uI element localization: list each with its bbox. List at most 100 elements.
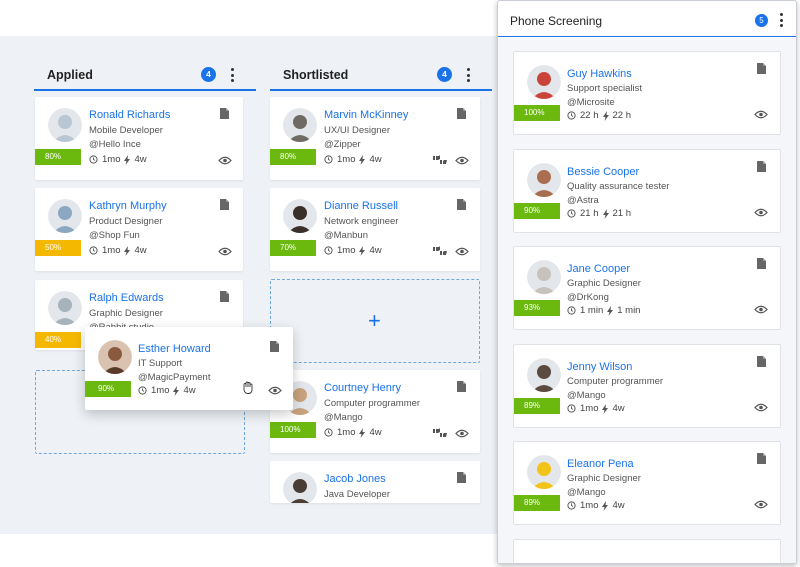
thumbs-up-down-icon[interactable]	[433, 428, 447, 438]
clock-icon	[89, 246, 98, 255]
candidate-card[interactable]: Jenny Wilson Computer programmer @Mango 1mo…	[513, 344, 781, 428]
document-icon[interactable]	[757, 453, 766, 464]
document-icon[interactable]	[757, 161, 766, 172]
candidate-meta: 1mo 4w	[89, 245, 147, 256]
candidate-name[interactable]: Courtney Henry	[324, 382, 401, 394]
candidate-name[interactable]: Jane Cooper	[567, 263, 630, 275]
clock-icon	[324, 246, 333, 255]
time-value: 1mo	[580, 500, 599, 511]
candidate-role: Java Developer	[324, 489, 391, 500]
clock-icon	[324, 155, 333, 164]
eye-icon[interactable]	[754, 110, 768, 119]
panel-menu-icon[interactable]	[778, 11, 784, 29]
eye-icon[interactable]	[754, 208, 768, 217]
match-percent-badge: 100%	[270, 422, 316, 438]
document-icon[interactable]	[457, 199, 466, 210]
candidate-name[interactable]: Guy Hawkins	[567, 68, 632, 80]
candidate-meta: 21 h 21 h	[567, 208, 631, 219]
document-icon[interactable]	[757, 258, 766, 269]
avatar	[527, 358, 561, 392]
candidate-card[interactable]	[513, 539, 781, 563]
candidate-role: IT Support	[138, 358, 183, 369]
time-value: 1mo	[337, 154, 356, 165]
candidate-name[interactable]: Bessie Cooper	[567, 166, 639, 178]
document-icon[interactable]	[220, 291, 229, 302]
panel-card-list: Guy Hawkins Support specialist @Microsite 2…	[498, 38, 796, 563]
eye-icon[interactable]	[455, 247, 469, 256]
time-value: 1mo	[151, 385, 170, 396]
document-icon[interactable]	[270, 341, 279, 352]
avatar	[527, 455, 561, 489]
candidate-meta: 1mo 4w	[89, 154, 147, 165]
match-percent-badge: 89%	[514, 398, 560, 414]
candidate-name[interactable]: Dianne Russell	[324, 200, 398, 212]
candidate-card[interactable]: Kathryn Murphy Product Designer @Shop Fun 1…	[35, 188, 243, 271]
eye-icon[interactable]	[455, 156, 469, 165]
candidate-company: @MagicPayment	[138, 372, 211, 383]
candidate-card[interactable]: Ronald Richards Mobile Developer @Hello In…	[35, 97, 243, 180]
match-percent-badge: 90%	[514, 203, 560, 219]
candidate-meta: 1 min 1 min	[567, 305, 640, 316]
duration-value: 1 min	[617, 305, 641, 316]
eye-icon[interactable]	[268, 386, 282, 395]
candidate-role: Product Designer	[89, 216, 163, 227]
match-percent-badge: 89%	[514, 495, 560, 511]
document-icon[interactable]	[457, 381, 466, 392]
eye-icon[interactable]	[754, 500, 768, 509]
candidate-role: Computer programmer	[567, 376, 664, 387]
duration-value: 4w	[134, 245, 147, 256]
eye-icon[interactable]	[455, 429, 469, 438]
candidate-card[interactable]: Jane Cooper Graphic Designer @DrKong 1 min 1…	[513, 246, 781, 330]
eye-icon[interactable]	[754, 403, 768, 412]
candidate-card[interactable]: Marvin McKinney UX/UI Designer @Zipper 1mo 4…	[270, 97, 480, 180]
avatar	[283, 108, 317, 142]
eye-icon[interactable]	[218, 156, 232, 165]
candidate-card[interactable]: Bessie Cooper Quality assurance tester @As…	[513, 149, 781, 233]
document-icon[interactable]	[457, 472, 466, 483]
candidate-role: UX/UI Designer	[324, 125, 390, 136]
eye-icon[interactable]	[218, 247, 232, 256]
column-menu-icon[interactable]	[229, 66, 235, 84]
candidate-card[interactable]: Guy Hawkins Support specialist @Microsite 2…	[513, 51, 781, 135]
document-icon[interactable]	[457, 108, 466, 119]
candidate-card[interactable]: Dianne Russell Network engineer @Manbun 1mo…	[270, 188, 480, 271]
bolt-icon	[602, 403, 609, 414]
candidate-name[interactable]: Eleanor Pena	[567, 458, 634, 470]
candidate-name[interactable]: Esther Howard	[138, 343, 211, 355]
document-icon[interactable]	[757, 356, 766, 367]
candidate-name[interactable]: Ralph Edwards	[89, 292, 164, 304]
document-icon[interactable]	[220, 199, 229, 210]
candidate-card[interactable]: Jacob Jones Java Developer	[270, 461, 480, 503]
candidate-name[interactable]: Jacob Jones	[324, 473, 386, 485]
avatar	[283, 472, 317, 503]
thumbs-up-down-icon[interactable]	[433, 246, 447, 256]
dragging-candidate-card[interactable]: Esther Howard IT Support @MagicPayment 1…	[85, 327, 293, 410]
eye-icon[interactable]	[754, 305, 768, 314]
document-icon[interactable]	[757, 63, 766, 74]
candidate-meta: 1mo 4w	[324, 154, 382, 165]
candidate-name[interactable]: Jenny Wilson	[567, 361, 632, 373]
panel-count-badge: 5	[755, 14, 768, 27]
candidate-name[interactable]: Ronald Richards	[89, 109, 170, 121]
duration-value: 4w	[183, 385, 196, 396]
candidate-role: Graphic Designer	[567, 278, 641, 289]
column-menu-icon[interactable]	[465, 66, 471, 84]
thumbs-up-down-icon[interactable]	[433, 155, 447, 165]
candidate-card[interactable]: Courtney Henry Computer programmer @Mango 1…	[270, 370, 480, 453]
candidate-company: @Microsite	[567, 97, 615, 108]
duration-value: 22 h	[612, 110, 632, 121]
document-icon[interactable]	[220, 108, 229, 119]
candidate-name[interactable]: Marvin McKinney	[324, 109, 408, 121]
avatar	[48, 291, 82, 325]
drop-zone[interactable]: +	[270, 279, 480, 363]
candidate-name[interactable]: Kathryn Murphy	[89, 200, 167, 212]
plus-icon[interactable]: +	[368, 310, 381, 332]
candidate-card[interactable]: Eleanor Pena Graphic Designer @Mango 1mo 4w 8…	[513, 441, 781, 525]
candidate-role: Support specialist	[567, 83, 642, 94]
candidate-role: Quality assurance tester	[567, 181, 670, 192]
avatar	[527, 163, 561, 197]
column-count-badge: 4	[437, 67, 452, 82]
phone-screening-panel: Phone Screening 5 Guy Hawkins Support spe…	[497, 0, 797, 564]
clock-icon	[567, 404, 576, 413]
bolt-icon	[602, 110, 609, 121]
